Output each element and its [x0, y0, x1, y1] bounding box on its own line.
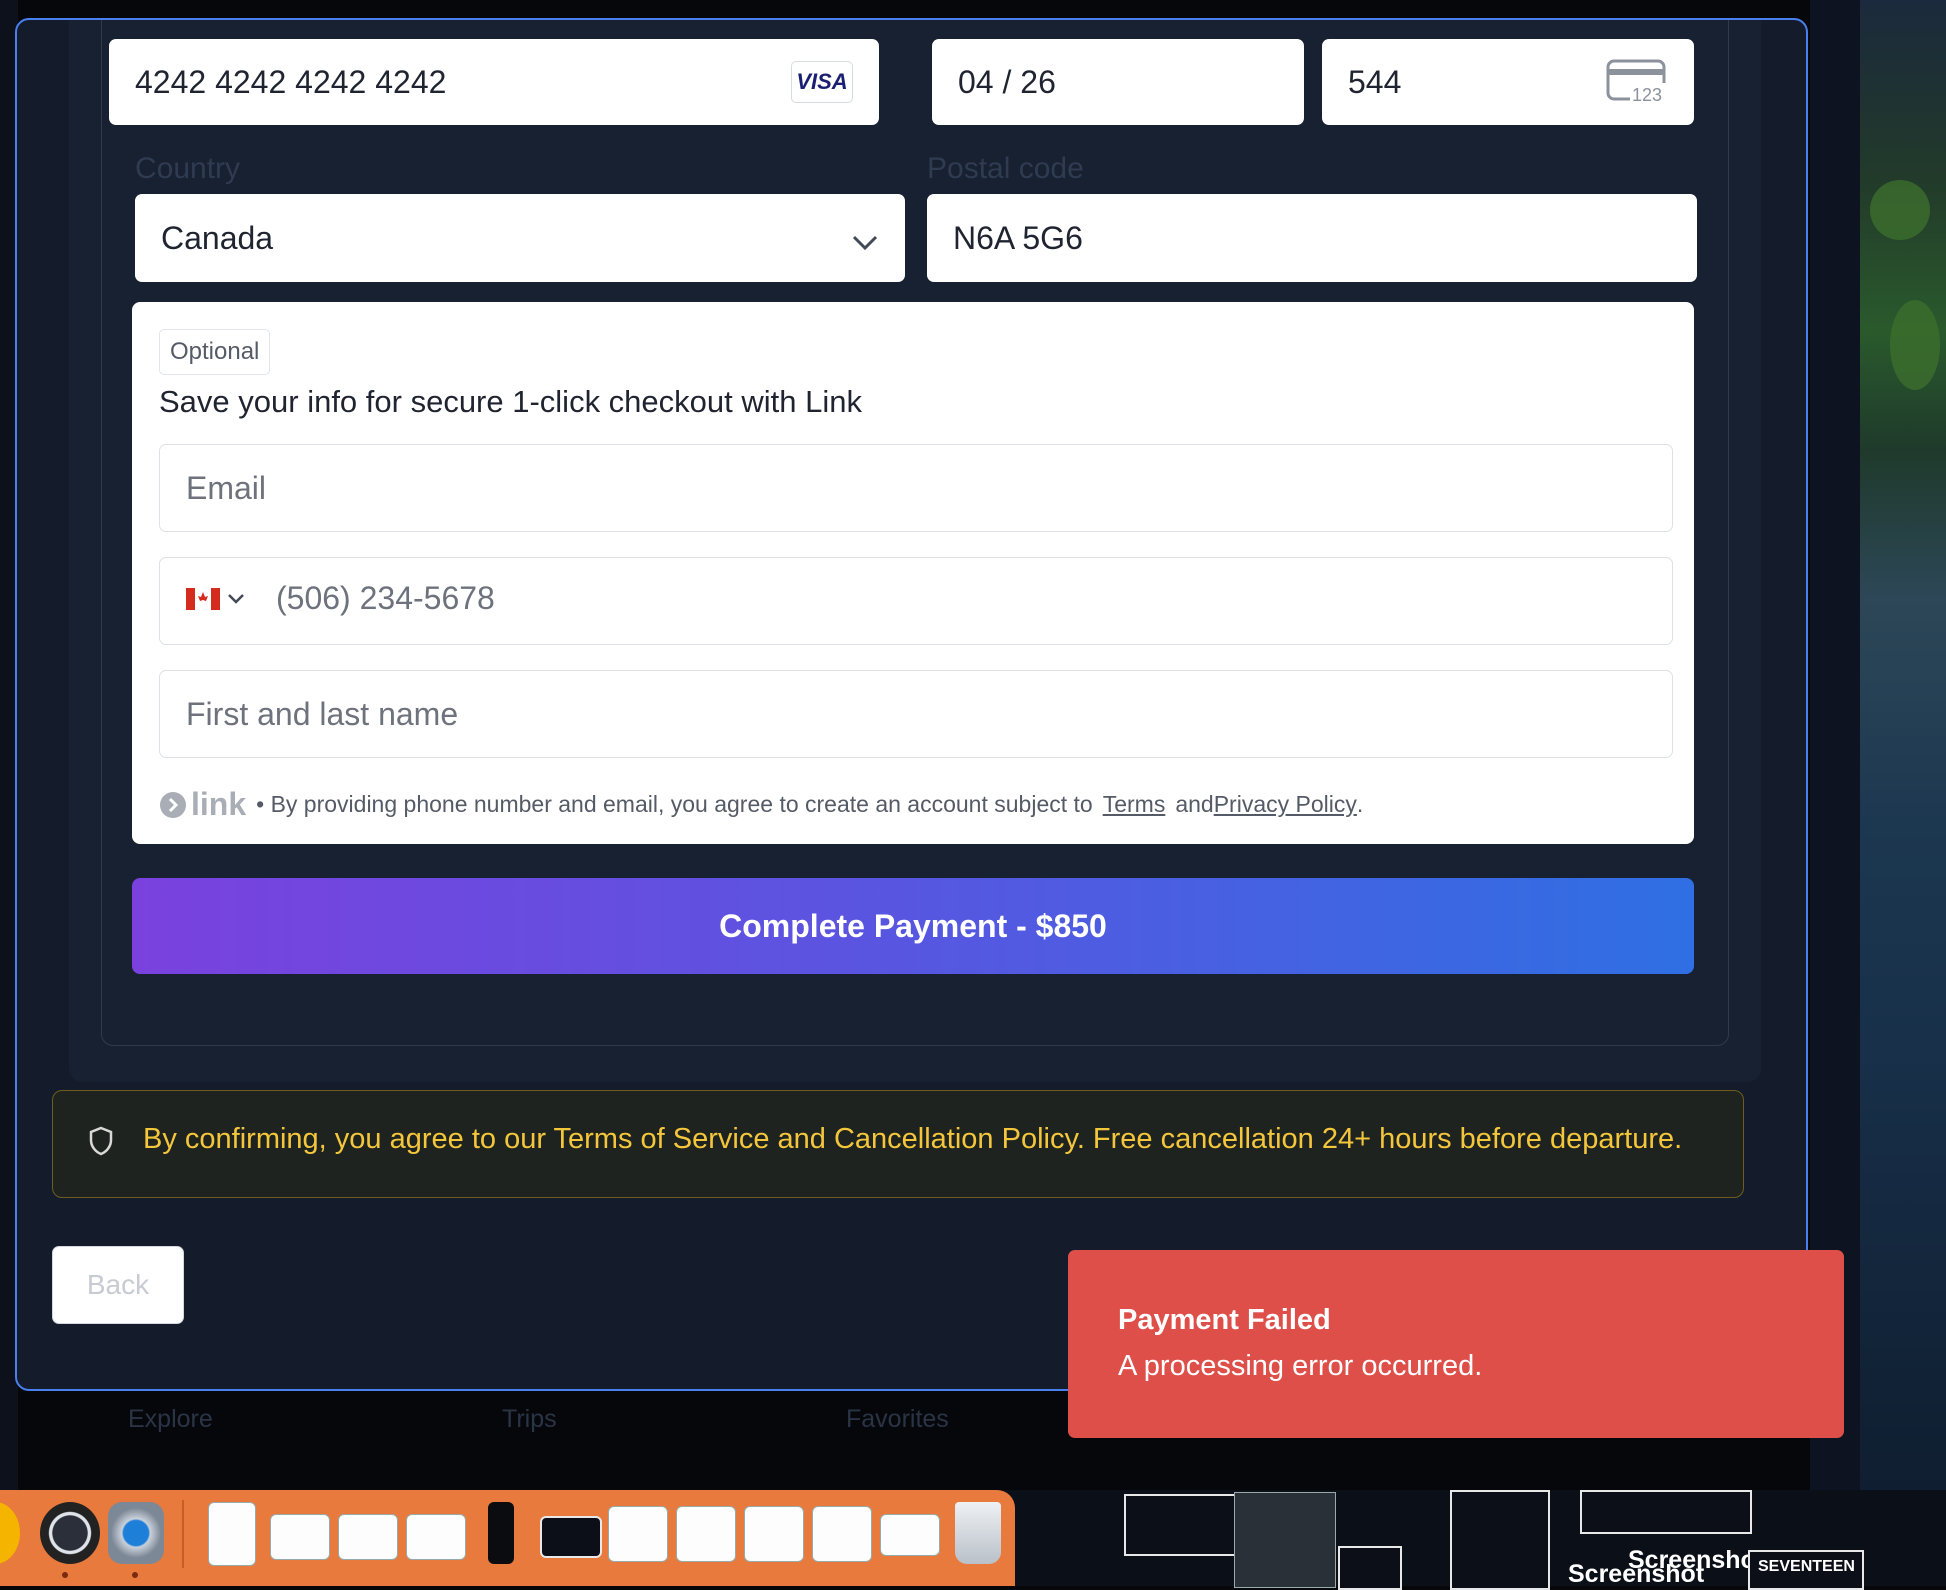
- postal-code-field[interactable]: N6A 5G6: [927, 194, 1697, 282]
- phone-placeholder: (506) 234-5678: [276, 580, 495, 616]
- back-button[interactable]: Back: [52, 1246, 184, 1324]
- document-thumbnail[interactable]: [812, 1506, 872, 1562]
- toast-title: Payment Failed: [1118, 1304, 1331, 1336]
- link-logo: link: [159, 786, 246, 823]
- desktop-screenshot-file[interactable]: [1338, 1546, 1402, 1590]
- link-arrow-icon: [160, 791, 186, 818]
- terms-notice: By confirming, you agree to our Terms of…: [52, 1090, 1744, 1198]
- country-value: Canada: [161, 219, 274, 256]
- postal-code-label: Postal code: [927, 152, 1084, 185]
- legal-prefix: • By providing phone number and email, y…: [256, 791, 1093, 817]
- link-legal-text: link • By providing phone number and ema…: [159, 786, 1363, 823]
- legal-and: and: [1175, 791, 1214, 817]
- cvc-card-icon: 123: [1606, 59, 1668, 113]
- postal-code-value: N6A 5G6: [953, 219, 1083, 256]
- desktop-wallpaper: [1860, 0, 1946, 1500]
- nav-favorites[interactable]: Favorites: [846, 1405, 949, 1434]
- legal-period: .: [1356, 791, 1364, 817]
- screenshot-thumbnail[interactable]: [540, 1516, 602, 1558]
- toast-message: A processing error occurred.: [1118, 1350, 1483, 1382]
- link-logo-text: link: [191, 786, 247, 822]
- name-placeholder: First and last name: [186, 695, 459, 732]
- chrome-app-icon[interactable]: [0, 1502, 20, 1564]
- expiry-value: 04 / 26: [958, 63, 1056, 100]
- country-label: Country: [135, 152, 241, 185]
- country-select[interactable]: Canada: [135, 194, 905, 282]
- desktop-screenshot-file[interactable]: [1234, 1492, 1336, 1588]
- screenshot-file-label: Screenshot: [1568, 1560, 1705, 1588]
- document-thumbnail[interactable]: [744, 1506, 804, 1562]
- document-thumbnail[interactable]: [270, 1514, 330, 1560]
- canada-flag-icon: [186, 588, 220, 610]
- cvc-field[interactable]: 544 123: [1322, 39, 1694, 125]
- cvc-icon-text: 123: [1632, 85, 1662, 105]
- desktop-screenshot-file[interactable]: [1580, 1490, 1752, 1534]
- chevron-down-icon: [228, 594, 244, 604]
- dock: [0, 1490, 1015, 1586]
- email-field[interactable]: Email: [159, 444, 1673, 532]
- privacy-policy-link[interactable]: Privacy Policy: [1214, 791, 1357, 818]
- link-save-card: Optional Save your info for secure 1-cli…: [132, 302, 1694, 844]
- nav-explore[interactable]: Explore: [128, 1405, 213, 1434]
- document-thumbnail[interactable]: [406, 1514, 466, 1560]
- nav-trips[interactable]: Trips: [502, 1405, 557, 1434]
- visa-card-icon: VISA: [791, 61, 853, 103]
- desktop-screenshot-file[interactable]: [1124, 1494, 1238, 1556]
- terms-notice-text: By confirming, you agree to our Terms of…: [143, 1123, 1683, 1155]
- payment-failed-toast[interactable]: Payment Failed A processing error occurr…: [1068, 1250, 1844, 1438]
- document-thumbnail[interactable]: [608, 1506, 668, 1562]
- document-thumbnail[interactable]: [880, 1514, 940, 1556]
- document-thumbnail[interactable]: [338, 1514, 398, 1560]
- shield-icon: [87, 1125, 115, 1162]
- dock-separator: [182, 1500, 184, 1568]
- quicktime-app-icon[interactable]: [108, 1502, 164, 1564]
- chevron-down-icon: [851, 224, 879, 261]
- running-indicator: [62, 1572, 68, 1578]
- phone-field[interactable]: (506) 234-5678: [159, 557, 1673, 645]
- email-placeholder: Email: [186, 469, 267, 506]
- expiry-field[interactable]: 04 / 26: [932, 39, 1304, 125]
- running-indicator: [132, 1572, 138, 1578]
- cvc-value: 544: [1348, 63, 1402, 100]
- optional-badge: Optional: [159, 329, 271, 375]
- phone-screenshot-thumbnail[interactable]: [488, 1502, 514, 1564]
- seventeen-file-label: SEVENTEEN: [1758, 1558, 1855, 1575]
- complete-payment-button[interactable]: Complete Payment - $850: [132, 878, 1694, 974]
- card-number-field[interactable]: 4242 4242 4242 4242 VISA: [109, 39, 879, 125]
- instruments-app-icon[interactable]: [40, 1502, 100, 1564]
- trash-icon[interactable]: [955, 1502, 1001, 1564]
- document-thumbnail[interactable]: [676, 1506, 736, 1562]
- country-code-dropdown[interactable]: [186, 588, 246, 610]
- card-number-value: 4242 4242 4242 4242: [135, 63, 447, 100]
- terms-link[interactable]: Terms: [1103, 791, 1166, 818]
- desktop-screenshot-file[interactable]: [1450, 1490, 1550, 1590]
- link-heading: Save your info for secure 1-click checko…: [159, 384, 862, 419]
- full-name-field[interactable]: First and last name: [159, 670, 1673, 758]
- document-thumbnail[interactable]: [208, 1502, 256, 1566]
